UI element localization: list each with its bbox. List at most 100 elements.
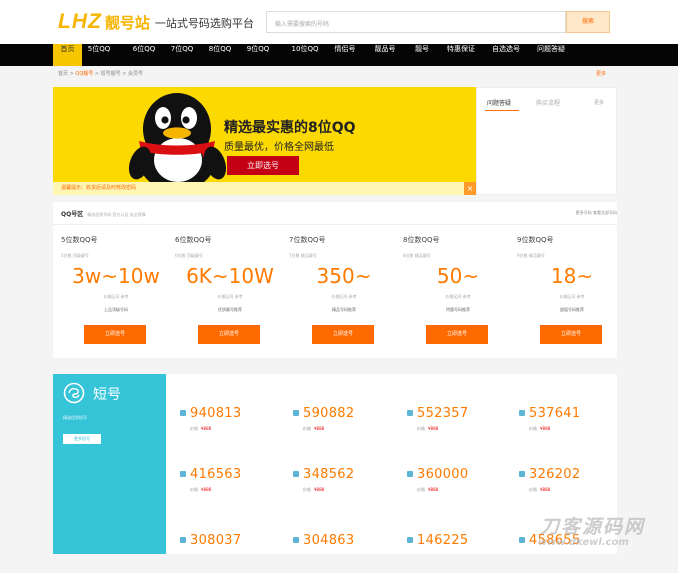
breadcrumb-home[interactable]: 首页 xyxy=(58,71,68,77)
number-value: 146225 xyxy=(417,533,469,548)
number-item[interactable]: 590882 价格 ¥888 xyxy=(283,386,395,446)
category-price: 50~ xyxy=(436,264,480,288)
logo-mark: LHZ xyxy=(58,10,102,33)
select-button[interactable]: 立即选号 xyxy=(540,325,602,344)
breadcrumb-more-link[interactable]: 更多 xyxy=(596,68,606,80)
qq-tag-icon xyxy=(293,537,299,543)
qq-tag-icon xyxy=(407,537,413,543)
nav-item[interactable]: 9位QQ xyxy=(242,44,274,66)
banner-select-button[interactable]: 立即选号 xyxy=(227,156,299,175)
section-more-link[interactable]: 更多号码 查看全部号码 xyxy=(576,210,617,216)
number-price-value: ¥888 xyxy=(540,426,551,431)
number-item[interactable]: 308037 xyxy=(170,513,282,573)
category-price: 18~ xyxy=(550,264,594,288)
more-short-button[interactable]: 更多短号 xyxy=(63,434,101,444)
watermark: 刀客源码网 www.dkewl.com xyxy=(532,512,666,552)
search-input[interactable]: 输入需要搜索的号码 xyxy=(266,11,566,33)
category-sub: 价格区间 参考 xyxy=(445,294,471,299)
number-item[interactable]: 940813 价格 ¥888 xyxy=(170,386,282,446)
number-item[interactable]: 360000 价格 ¥888 xyxy=(397,447,509,507)
tab-faq[interactable]: 问题答疑 xyxy=(487,98,511,107)
nav-item[interactable]: 靓号 xyxy=(410,44,434,66)
nav-item[interactable]: 自选选号 xyxy=(488,44,524,66)
nav-item[interactable]: 靓品号 xyxy=(371,44,399,66)
number-value: 326202 xyxy=(529,467,581,482)
number-price-label: 价格 xyxy=(303,426,311,431)
nav-item[interactable]: 特惠保证 xyxy=(443,44,479,66)
number-value: 308037 xyxy=(190,533,242,548)
number-item[interactable]: 537641 价格 ¥888 xyxy=(509,386,621,446)
number-value: 537641 xyxy=(529,406,581,421)
number-item[interactable]: 304863 xyxy=(283,513,395,573)
banner-subtitle: 质量最优，价格全网最低 xyxy=(224,142,334,153)
category-sub2: 特惠号码推荐 xyxy=(446,307,470,312)
penguin-mascot xyxy=(128,93,227,191)
qq-category-card: 5位数QQ号 5位数 顶级靓号 3w~10w 价格区间 参考 上品顶级号码 立即… xyxy=(61,232,175,350)
number-price-label: 价格 xyxy=(417,426,425,431)
site-name: 靓号站 xyxy=(104,14,150,32)
number-price: 价格 ¥888 xyxy=(303,487,324,493)
qq-category-card: 7位数QQ号 7位数 精品靓号 350~ 价格区间 参考 精品号码推荐 立即选号 xyxy=(289,232,403,350)
category-name: 5位数QQ号 xyxy=(61,236,98,244)
site-header: LHZ 靓号站 一站式号码选购平台 输入需要搜索的号码 搜索 xyxy=(0,0,678,44)
select-button[interactable]: 立即选号 xyxy=(312,325,374,344)
qq-tag-icon xyxy=(519,410,525,416)
select-button[interactable]: 立即选号 xyxy=(198,325,260,344)
number-price-label: 价格 xyxy=(303,487,311,492)
category-name: 8位数QQ号 xyxy=(403,236,440,244)
qq-tag-icon xyxy=(293,410,299,416)
category-desc: 7位数 精品靓号 xyxy=(289,253,317,258)
nav-item[interactable]: 7位QQ xyxy=(166,44,198,66)
category-desc: 6位数 顶级靓号 xyxy=(175,253,203,258)
nav-item[interactable]: 5位QQ xyxy=(84,44,114,66)
qq-tag-icon xyxy=(519,471,525,477)
category-name: 6位数QQ号 xyxy=(175,236,212,244)
side-panel: 问题答疑 购买流程 更多 xyxy=(476,87,617,195)
nav-item[interactable]: 问题答疑 xyxy=(533,44,569,66)
site-logo[interactable]: LHZ 靓号站 一站式号码选购平台 xyxy=(58,9,254,33)
nav-item[interactable]: 8位QQ xyxy=(204,44,236,66)
number-price-label: 价格 xyxy=(529,487,537,492)
category-price: 350~ xyxy=(316,264,372,288)
short-number-panel: 短号 精选优质短号 更多短号 xyxy=(53,374,166,554)
number-price-value: ¥888 xyxy=(540,487,551,492)
qq-tag-icon xyxy=(519,537,525,543)
site-tagline: 一站式号码选购平台 xyxy=(154,17,254,30)
tab-process[interactable]: 购买流程 xyxy=(536,98,560,107)
number-value: 552357 xyxy=(417,406,469,421)
number-price: 价格 ¥888 xyxy=(190,487,211,493)
search-button[interactable]: 搜索 xyxy=(566,11,610,33)
number-item[interactable]: 552357 价格 ¥888 xyxy=(397,386,509,446)
number-item[interactable]: 348562 价格 ¥888 xyxy=(283,447,395,507)
number-item[interactable]: 416563 价格 ¥888 xyxy=(170,447,282,507)
select-button[interactable]: 立即选号 xyxy=(84,325,146,344)
side-more-link[interactable]: 更多 xyxy=(594,99,604,106)
breadcrumb-current[interactable]: QQ靓号 xyxy=(75,71,93,77)
nav-item[interactable]: 情侣号 xyxy=(331,44,359,66)
notice-text: 温馨提示：收货后请及时修改密码 xyxy=(61,185,137,191)
number-price-value: ¥888 xyxy=(428,426,439,431)
tab-underline xyxy=(485,110,519,111)
nav-item-home[interactable]: 首页 xyxy=(53,44,82,66)
short-number-desc: 精选优质短号 xyxy=(63,415,87,420)
number-price-value: ¥888 xyxy=(314,426,325,431)
select-button[interactable]: 立即选号 xyxy=(426,325,488,344)
number-item[interactable]: 146225 xyxy=(397,513,509,573)
number-price-label: 价格 xyxy=(190,487,198,492)
nav-item[interactable]: 10位QQ xyxy=(286,44,324,66)
category-price: 6K~10W xyxy=(186,264,274,288)
short-number-title: 短号 xyxy=(93,387,121,403)
short-number-icon xyxy=(63,382,85,404)
number-item[interactable]: 326202 价格 ¥888 xyxy=(509,447,621,507)
notice-bar: 温馨提示：收货后请及时修改密码 × xyxy=(53,182,476,195)
category-sub2: 上品顶级号码 xyxy=(104,307,128,312)
close-icon[interactable]: × xyxy=(464,182,476,195)
number-price: 价格 ¥888 xyxy=(417,487,438,493)
promo-banner[interactable]: 精选最实惠的8位QQ 质量最优，价格全网最低 立即选号 xyxy=(53,87,476,194)
number-value: 590882 xyxy=(303,406,355,421)
nav-item[interactable]: 6位QQ xyxy=(128,44,160,66)
number-price: 价格 ¥888 xyxy=(190,426,211,432)
number-price: 价格 ¥888 xyxy=(417,426,438,432)
number-price: 价格 ¥888 xyxy=(303,426,324,432)
watermark-url: www.dkewl.com xyxy=(538,537,629,548)
